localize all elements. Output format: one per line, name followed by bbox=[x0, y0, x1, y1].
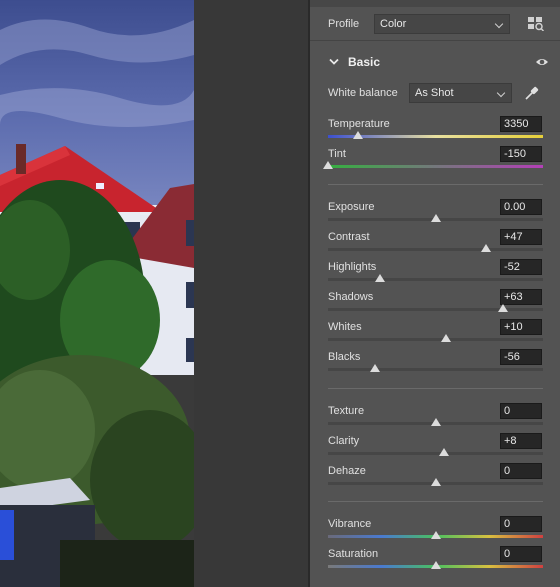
chevron-down-icon[interactable] bbox=[329, 57, 339, 65]
highlights-slider-thumb[interactable] bbox=[374, 274, 385, 282]
eye-icon[interactable] bbox=[535, 57, 549, 67]
whites-label: Whites bbox=[328, 321, 362, 333]
basic-section-title: Basic bbox=[348, 55, 381, 69]
white-balance-select-value: As Shot bbox=[415, 87, 454, 99]
white-balance-label: White balance bbox=[328, 87, 398, 99]
shadows-slider-track[interactable] bbox=[328, 308, 543, 311]
texture-label: Texture bbox=[328, 405, 365, 417]
panel-top-bar bbox=[310, 0, 560, 7]
contrast-slider-track[interactable] bbox=[328, 248, 543, 251]
whites-value-field[interactable]: +10 bbox=[500, 319, 542, 335]
section-divider bbox=[310, 40, 560, 41]
canvas-gutter bbox=[194, 0, 308, 587]
highlights-label: Highlights bbox=[328, 261, 377, 273]
shadows-label: Shadows bbox=[328, 291, 374, 303]
dehaze-label: Dehaze bbox=[328, 465, 366, 477]
highlights-slider-track[interactable] bbox=[328, 278, 543, 281]
exposure-slider-thumb[interactable] bbox=[430, 214, 441, 222]
clarity-slider-thumb[interactable] bbox=[439, 448, 450, 456]
temperature-value-field[interactable]: 3350 bbox=[500, 116, 542, 132]
highlights-value-field[interactable]: -52 bbox=[500, 259, 542, 275]
saturation-label: Saturation bbox=[328, 548, 379, 560]
dehaze-value-field[interactable]: 0 bbox=[500, 463, 542, 479]
shadows-slider-thumb[interactable] bbox=[498, 304, 509, 312]
blacks-value-field[interactable]: -56 bbox=[500, 349, 542, 365]
contrast-slider-thumb[interactable] bbox=[481, 244, 492, 252]
blacks-label: Blacks bbox=[328, 351, 361, 363]
tint-slider-track[interactable] bbox=[328, 165, 543, 168]
clarity-value-field[interactable]: +8 bbox=[500, 433, 542, 449]
temperature-slider-thumb[interactable] bbox=[353, 131, 364, 139]
texture-value-field[interactable]: 0 bbox=[500, 403, 542, 419]
whites-slider-track[interactable] bbox=[328, 338, 543, 341]
saturation-value-field[interactable]: 0 bbox=[500, 546, 542, 562]
profile-label: Profile bbox=[328, 18, 360, 30]
exposure-value-field[interactable]: 0.00 bbox=[500, 199, 542, 215]
texture-slider-thumb[interactable] bbox=[430, 418, 441, 426]
contrast-value-field[interactable]: +47 bbox=[500, 229, 542, 245]
chevron-down-icon bbox=[494, 19, 504, 29]
tint-slider-thumb[interactable] bbox=[323, 161, 333, 169]
tint-label: Tint bbox=[328, 148, 346, 160]
shadows-value-field[interactable]: +63 bbox=[500, 289, 542, 305]
profile-select[interactable]: Color bbox=[374, 14, 510, 34]
section-divider bbox=[328, 501, 543, 502]
whites-slider-thumb[interactable] bbox=[441, 334, 452, 342]
profile-select-value: Color bbox=[380, 18, 407, 30]
clarity-slider-track[interactable] bbox=[328, 452, 543, 455]
white-balance-select[interactable]: As Shot bbox=[409, 83, 512, 103]
blacks-slider-track[interactable] bbox=[328, 368, 543, 371]
exposure-label: Exposure bbox=[328, 201, 375, 213]
vibrance-slider-thumb[interactable] bbox=[430, 531, 441, 539]
saturation-slider-thumb[interactable] bbox=[430, 561, 441, 569]
tint-value-field[interactable]: -150 bbox=[500, 146, 542, 162]
dehaze-slider-thumb[interactable] bbox=[430, 478, 441, 486]
vibrance-label: Vibrance bbox=[328, 518, 372, 530]
vibrance-value-field[interactable]: 0 bbox=[500, 516, 542, 532]
eyedropper-icon[interactable] bbox=[524, 85, 540, 101]
grid-browse-icon[interactable] bbox=[528, 17, 545, 32]
contrast-label: Contrast bbox=[328, 231, 370, 243]
temperature-label: Temperature bbox=[328, 118, 390, 130]
chevron-down-icon bbox=[496, 88, 506, 98]
section-divider bbox=[328, 388, 543, 389]
edit-panel: Profile Color Basic White balance As Sho… bbox=[310, 0, 560, 587]
section-divider bbox=[328, 184, 543, 185]
photo-preview bbox=[0, 0, 194, 587]
blacks-slider-thumb[interactable] bbox=[370, 364, 381, 372]
clarity-label: Clarity bbox=[328, 435, 360, 447]
